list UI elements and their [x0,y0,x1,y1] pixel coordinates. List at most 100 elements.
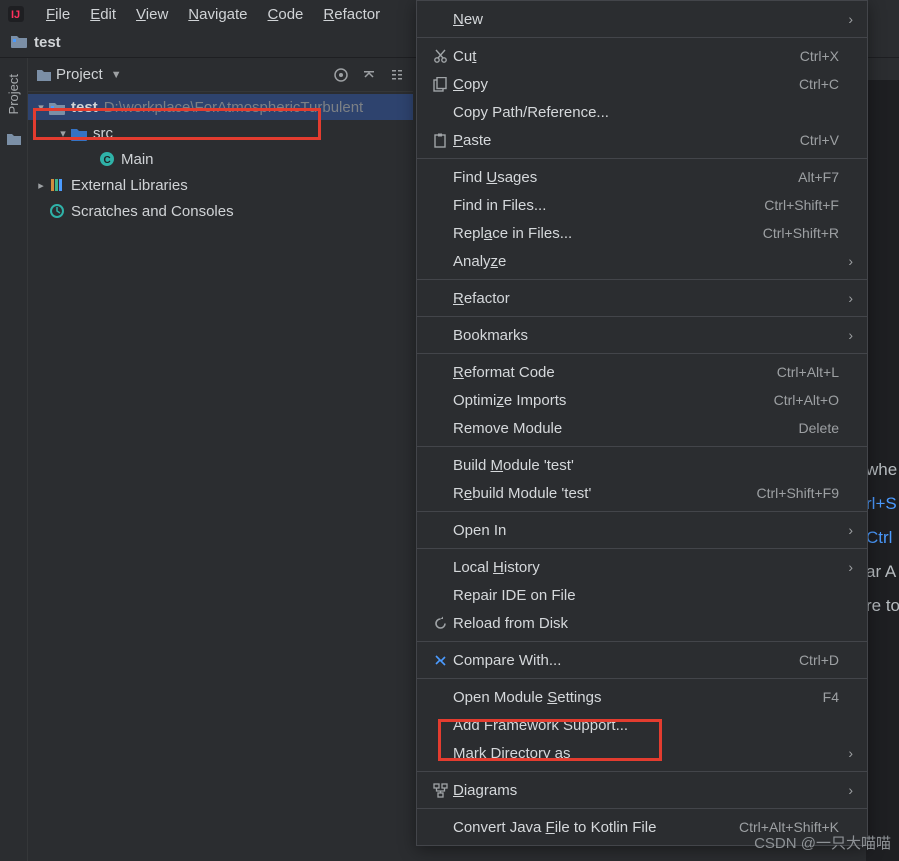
submenu-arrow-icon: › [839,11,853,27]
menu-item-shortcut: F4 [823,689,839,705]
menu-item-label: Replace in Files... [453,225,763,242]
submenu-arrow-icon: › [839,253,853,269]
copy-icon [427,77,453,92]
context-menu-item[interactable]: Analyze› [417,247,867,275]
context-menu-item[interactable]: New› [417,5,867,33]
project-gutter-icon[interactable] [6,132,22,151]
context-menu-item[interactable]: Add Framework Support... [417,711,867,739]
context-menu-item[interactable]: Copy Path/Reference... [417,98,867,126]
cut-icon [427,49,453,64]
tree-row-src[interactable]: ▾ src [28,120,413,146]
menu-edit[interactable]: Edit [80,4,126,25]
context-menu-item[interactable]: Find in Files...Ctrl+Shift+F [417,191,867,219]
context-menu-item[interactable]: Local History› [417,553,867,581]
menu-item-label: Copy Path/Reference... [453,104,839,121]
context-menu-item[interactable]: Optimize ImportsCtrl+Alt+O [417,386,867,414]
project-header: Project ▼ [28,58,413,92]
context-menu-item[interactable]: Reformat CodeCtrl+Alt+L [417,358,867,386]
reload-icon [427,616,453,631]
context-menu-item[interactable]: Reload from Disk [417,609,867,637]
menu-item-label: Find Usages [453,169,798,186]
context-menu-item[interactable]: Rebuild Module 'test'Ctrl+Shift+F9 [417,479,867,507]
context-menu-item[interactable]: Find UsagesAlt+F7 [417,163,867,191]
editor-area: whe rl+S Ctrl ar A re to [866,80,899,861]
tree-row-root[interactable]: ▾ test D:\workplace\ForAtmosphericTurbul… [28,94,413,120]
context-menu-item[interactable]: Mark Directory as› [417,739,867,767]
select-opened-file-icon[interactable] [333,67,349,83]
settings-icon[interactable] [389,67,405,83]
menu-refactor[interactable]: Refactor [313,4,390,25]
menu-separator [417,641,867,642]
tree-row-scratches[interactable]: Scratches and Consoles [28,198,413,224]
context-menu-item[interactable]: CopyCtrl+C [417,70,867,98]
app-icon: IJ [6,4,26,24]
expand-all-icon[interactable] [361,67,377,83]
module-folder-icon [48,98,66,116]
gutter-project-label[interactable]: Project [6,74,21,114]
menu-item-label: Repair IDE on File [453,587,839,604]
menu-separator [417,158,867,159]
breadcrumb-label[interactable]: test [34,34,61,51]
menu-item-label: New [453,11,839,28]
compare-icon [427,653,453,668]
editor-fragment: ar A [866,562,899,596]
editor-fragment: rl+S [866,494,899,528]
context-menu-item[interactable]: Refactor› [417,284,867,312]
context-menu-item[interactable]: Open In› [417,516,867,544]
menu-separator [417,353,867,354]
menu-item-label: Convert Java File to Kotlin File [453,819,739,836]
editor-fragment: Ctrl [866,528,899,562]
menu-item-label: Refactor [453,290,839,307]
scratches-icon [48,202,66,220]
menu-separator [417,511,867,512]
chevron-down-icon[interactable]: ▼ [111,69,122,81]
menu-item-label: Rebuild Module 'test' [453,485,757,502]
menu-view[interactable]: View [126,4,178,25]
tree-row-main[interactable]: C Main [28,146,413,172]
menu-item-label: Build Module 'test' [453,457,839,474]
context-menu-item[interactable]: Open Module SettingsF4 [417,683,867,711]
context-menu-item[interactable]: Compare With...Ctrl+D [417,646,867,674]
context-menu: New›CutCtrl+XCopyCtrl+CCopy Path/Referen… [416,0,868,846]
submenu-arrow-icon: › [839,745,853,761]
menu-separator [417,446,867,447]
project-header-title[interactable]: Project [56,66,103,83]
menu-item-label: Bookmarks [453,327,839,344]
menu-item-shortcut: Ctrl+Shift+F9 [757,485,839,501]
context-menu-item[interactable]: Build Module 'test' [417,451,867,479]
tree-scratch-name: Scratches and Consoles [71,203,234,220]
context-menu-item[interactable]: CutCtrl+X [417,42,867,70]
menu-item-shortcut: Ctrl+Shift+R [763,225,839,241]
submenu-arrow-icon: › [839,559,853,575]
menu-item-label: Remove Module [453,420,799,437]
menu-item-label: Open In [453,522,839,539]
project-header-icon [36,68,52,82]
context-menu-item[interactable]: Diagrams› [417,776,867,804]
menu-item-shortcut: Alt+F7 [798,169,839,185]
menu-separator [417,37,867,38]
project-tool-window: Project ▼ ▾ test D:\workplace\ForAtmosph… [28,58,413,224]
menu-separator [417,808,867,809]
menu-separator [417,548,867,549]
menu-item-label: Find in Files... [453,197,764,214]
chevron-right-icon[interactable]: ▸ [34,179,48,192]
menu-item-label: Reload from Disk [453,615,839,632]
menu-item-label: Mark Directory as [453,745,839,762]
paste-icon [427,133,453,148]
context-menu-item[interactable]: Bookmarks› [417,321,867,349]
chevron-down-icon[interactable]: ▾ [34,101,48,114]
menu-item-label: Compare With... [453,652,799,669]
context-menu-item[interactable]: Repair IDE on File [417,581,867,609]
tree-row-external-libraries[interactable]: ▸ External Libraries [28,172,413,198]
class-icon: C [98,150,116,168]
menu-separator [417,316,867,317]
menu-item-label: Paste [453,132,800,149]
tree-src-name: src [93,125,113,142]
chevron-down-icon[interactable]: ▾ [56,127,70,140]
context-menu-item[interactable]: Remove ModuleDelete [417,414,867,442]
menu-file[interactable]: File [36,4,80,25]
menu-navigate[interactable]: Navigate [178,4,257,25]
menu-code[interactable]: Code [258,4,314,25]
context-menu-item[interactable]: PasteCtrl+V [417,126,867,154]
context-menu-item[interactable]: Replace in Files...Ctrl+Shift+R [417,219,867,247]
